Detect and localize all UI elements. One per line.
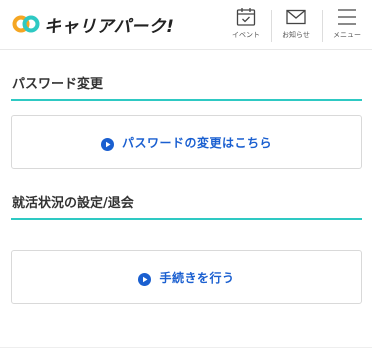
password-change-label: パスワードの変更はこちら: [121, 135, 272, 150]
password-change-link[interactable]: パスワードの変更はこちら: [11, 115, 362, 169]
play-circle-icon: [100, 136, 114, 151]
nav-notice-label: お知らせ: [282, 31, 310, 39]
nav-event[interactable]: イベント: [222, 6, 270, 46]
mail-icon: [285, 6, 307, 28]
nav-notice[interactable]: お知らせ: [272, 6, 320, 46]
menu-icon: [336, 6, 358, 28]
nav-menu[interactable]: メニュー: [323, 6, 371, 46]
procedure-label: 手続きを行う: [159, 270, 235, 285]
nav-event-label: イベント: [232, 31, 260, 39]
logo-text: キャリアパーク!: [44, 16, 175, 37]
logo-mark-icon: [12, 15, 40, 33]
section-title-status: 就活状況の設定/退会: [12, 196, 134, 211]
section-divider: [11, 218, 362, 220]
calendar-icon: [235, 6, 257, 28]
section-divider: [11, 99, 362, 101]
nav-menu-label: メニュー: [333, 31, 361, 39]
logo[interactable]: キャリアパーク!: [12, 11, 174, 37]
footer-divider: [0, 347, 372, 348]
site-header: キャリアパーク! イベント お知らせ メニュー: [0, 0, 372, 50]
procedure-link[interactable]: 手続きを行う: [11, 250, 362, 304]
play-circle-icon: [138, 271, 152, 286]
section-title-password: パスワード変更: [12, 77, 104, 92]
